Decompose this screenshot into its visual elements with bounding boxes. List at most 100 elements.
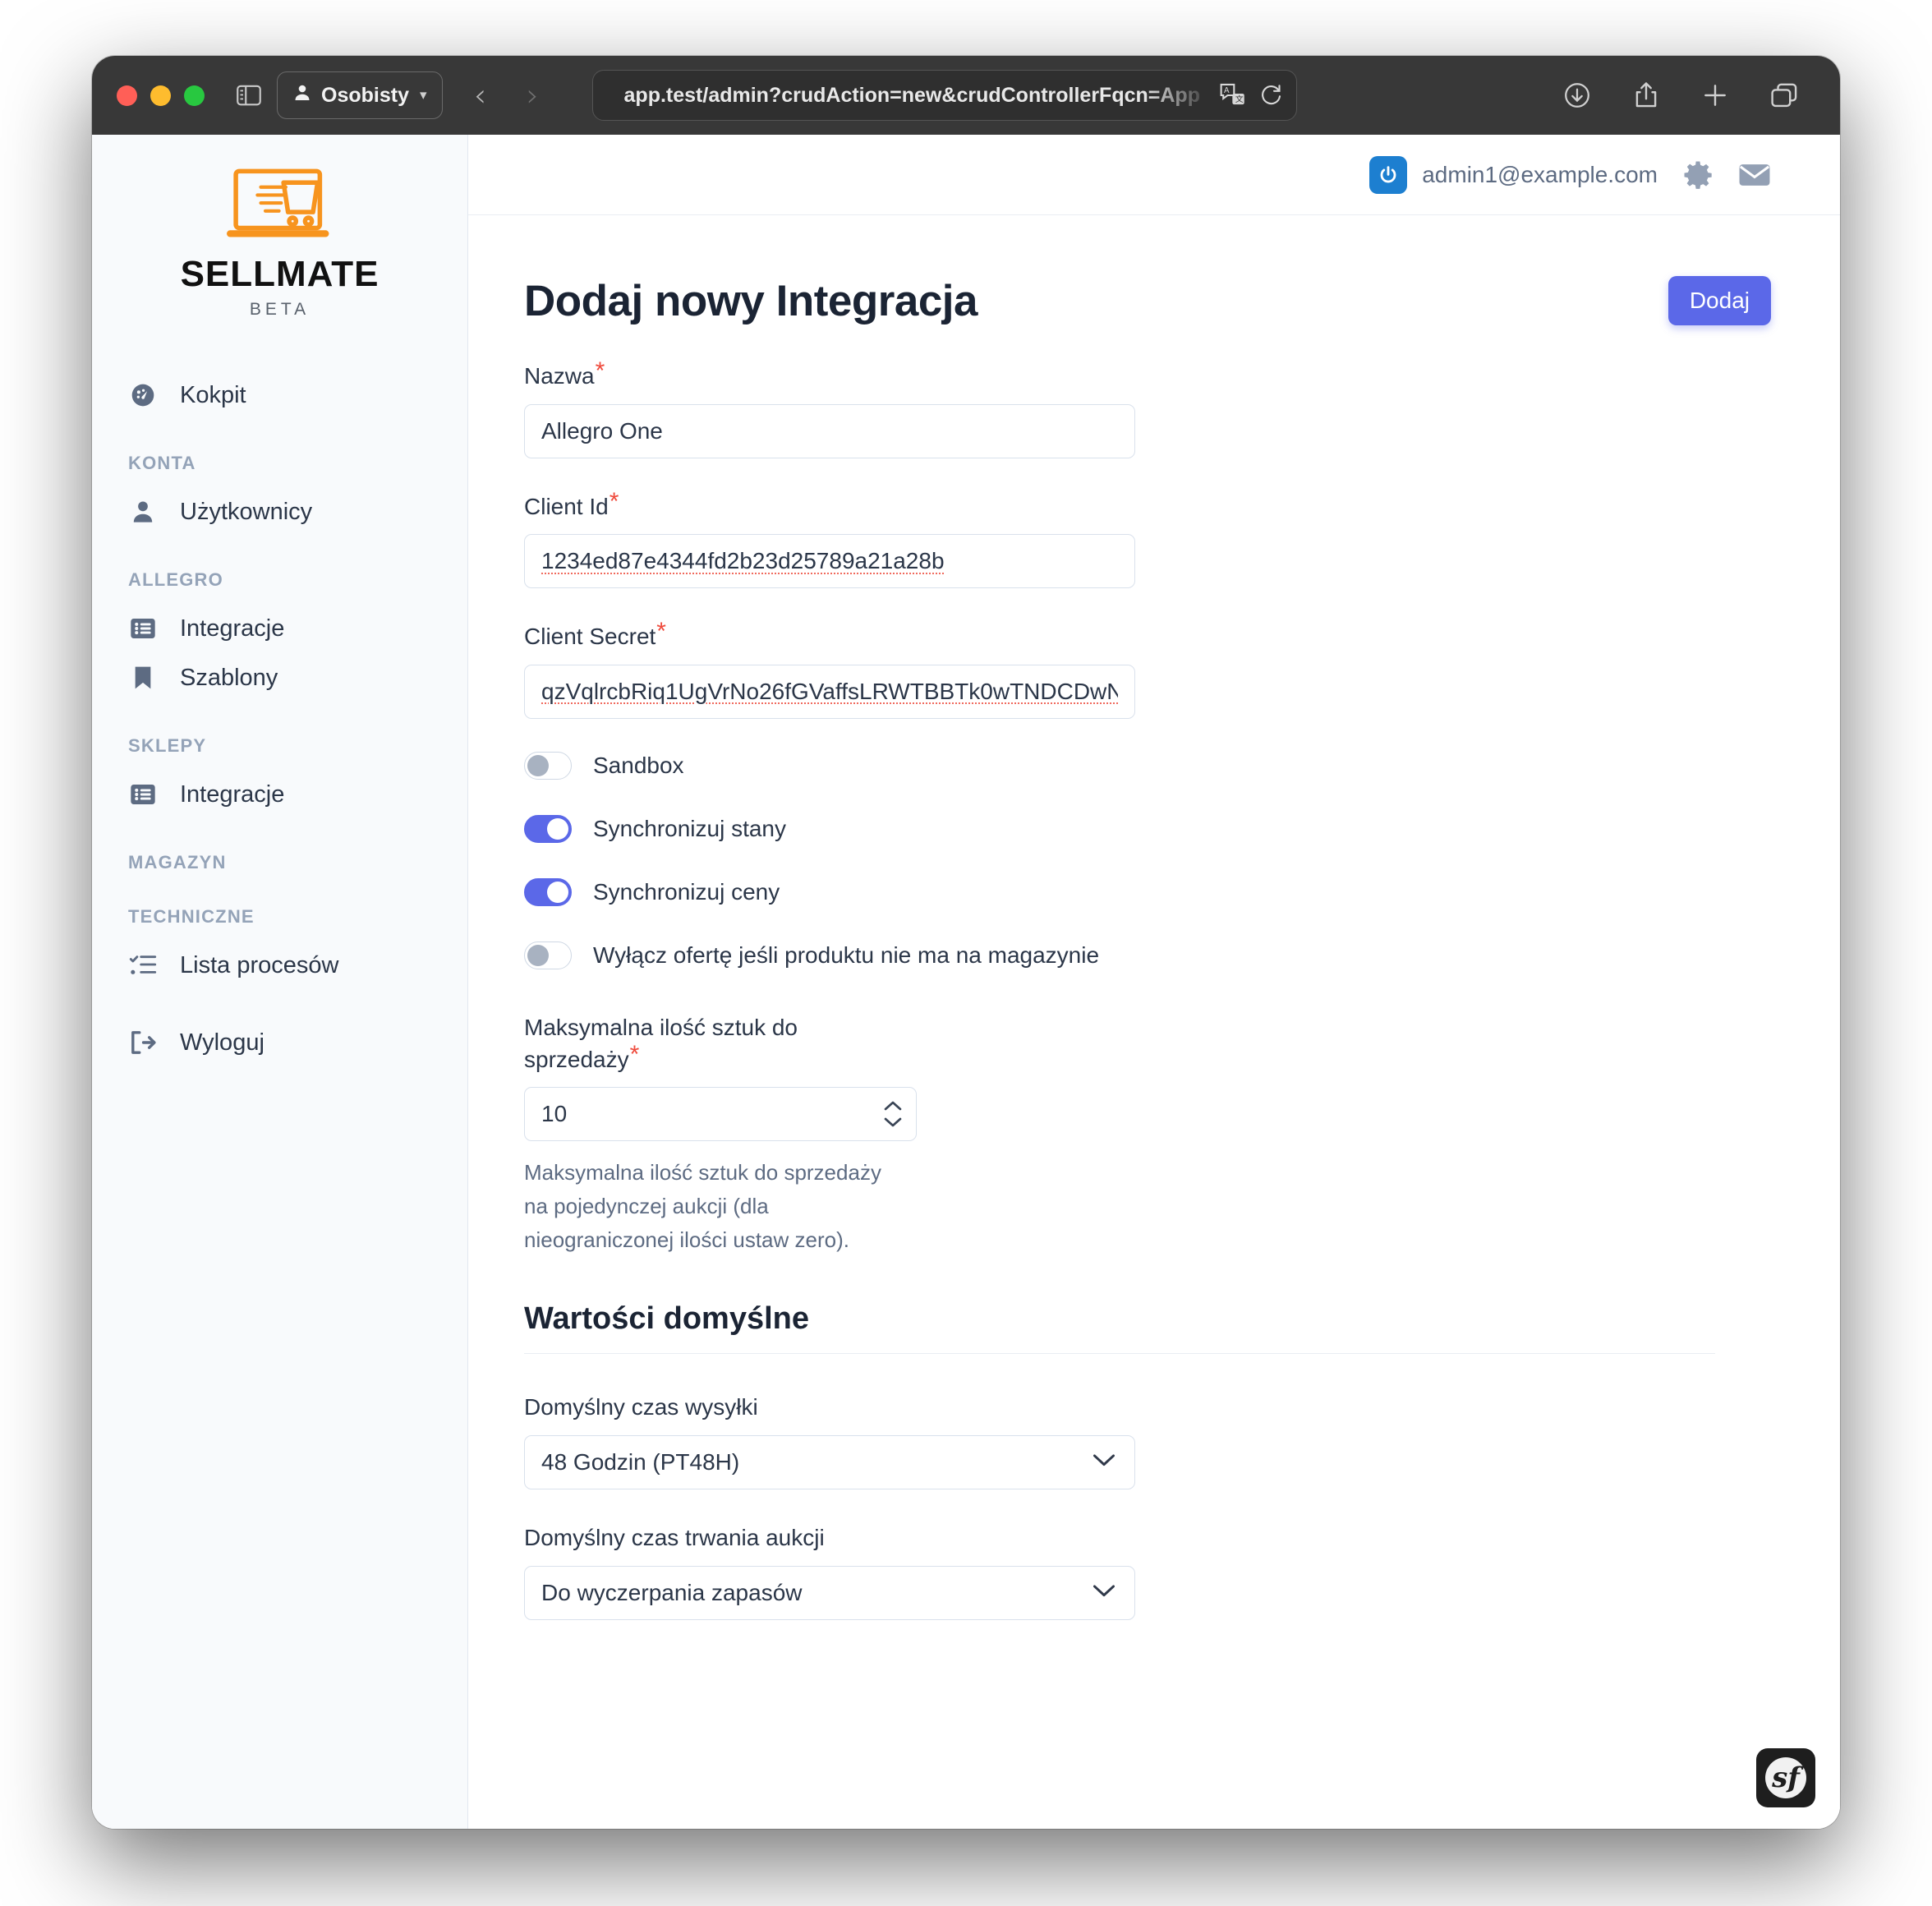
toggle-row-sandbox[interactable]: Sandbox — [524, 751, 1135, 780]
checklist-icon — [128, 951, 158, 980]
sidebar-item-label: Integracje — [180, 615, 285, 642]
sidebar-section-sklepy: SKLEPY — [128, 735, 207, 756]
toggle-row-wylacz-oferte[interactable]: Wyłącz ofertę jeśli produktu nie ma na m… — [524, 941, 1135, 969]
app-sidebar: SELLMATE BETA Kokpit KONTA Użytkownicy A… — [92, 135, 468, 1829]
envelope-icon[interactable] — [1738, 162, 1771, 188]
max-qty-input[interactable] — [524, 1087, 917, 1142]
sidebar-item-lista-procesow[interactable]: Lista procesów — [92, 941, 467, 990]
url-text: app.test/admin?crudAction=new&crudContro… — [623, 83, 1200, 107]
wylacz-oferte-toggle[interactable] — [524, 941, 572, 969]
app-topbar: admin1@example.com — [468, 135, 1840, 215]
sidebar-item-uzytkownicy[interactable]: Użytkownicy — [92, 487, 467, 536]
required-marker: * — [609, 487, 619, 515]
gear-icon[interactable] — [1682, 159, 1714, 191]
nazwa-input[interactable] — [524, 403, 1135, 458]
user-account-badge[interactable]: admin1@example.com — [1369, 155, 1658, 194]
sandbox-toggle[interactable] — [524, 751, 572, 780]
sidebar-section-allegro: ALLEGRO — [128, 569, 223, 590]
share-icon[interactable] — [1628, 77, 1664, 113]
field-client-id: Client Id* — [524, 487, 1135, 589]
client-secret-input[interactable] — [524, 664, 1135, 719]
toggle-row-sync-stany[interactable]: Synchronizuj stany — [524, 814, 1135, 843]
auction-duration-select[interactable]: Do wyczerpania zapasów — [524, 1565, 1135, 1620]
translate-icon[interactable]: A 文 — [1219, 82, 1247, 108]
number-stepper-icon[interactable] — [882, 1100, 904, 1129]
field-max-qty: Maksymalna ilość sztuk do sprzedaży* Mak… — [524, 1012, 1135, 1257]
toggle-label: Synchronizuj stany — [593, 815, 787, 841]
navigation-arrows[interactable]: ‹ › — [458, 72, 556, 118]
minimize-window-button[interactable] — [150, 85, 171, 106]
address-bar[interactable]: app.test/admin?crudAction=new&crudContro… — [591, 70, 1297, 121]
user-icon — [128, 497, 158, 527]
max-qty-help-text: Maksymalna ilość sztuk do sprzedaży na p… — [524, 1160, 881, 1253]
page-title: Dodaj nowy Integracja — [524, 277, 978, 325]
svg-text:文: 文 — [1235, 94, 1243, 104]
tab-overview-icon[interactable] — [1766, 77, 1802, 113]
toggle-knob — [547, 817, 568, 840]
label-text: Client Id — [524, 493, 609, 519]
maximize-window-button[interactable] — [184, 85, 205, 106]
download-icon[interactable] — [1559, 77, 1595, 113]
sidebar-item-szablony[interactable]: Szablony — [92, 653, 467, 702]
required-marker: * — [656, 618, 666, 646]
browser-window: Osobisty ▾ ‹ › app.test/admin?crudAction… — [92, 56, 1840, 1829]
plus-icon[interactable] — [1697, 77, 1733, 113]
forward-arrow-icon[interactable]: › — [510, 72, 556, 118]
sidebar-item-integracje-allegro[interactable]: Integracje — [92, 604, 467, 653]
symfony-toolbar-badge[interactable]: sf — [1756, 1748, 1815, 1807]
chevron-down-icon: ▾ — [419, 87, 427, 103]
desktop-background: Osobisty ▾ ‹ › app.test/admin?crudAction… — [0, 0, 1932, 1906]
field-auction-duration: Domyślny czas trwania aukcji Do wyczerpa… — [524, 1522, 1135, 1620]
auction-duration-select-wrap: Do wyczerpania zapasów — [524, 1565, 1135, 1620]
client-id-input[interactable] — [524, 534, 1135, 589]
sidebar-item-label: Lista procesów — [180, 951, 339, 978]
field-shipping-time: Domyślny czas wysyłki 48 Godzin (PT48H) — [524, 1392, 1135, 1489]
sidebar-section-techniczne: TECHNICZNE — [128, 906, 255, 927]
toggle-label: Synchronizuj ceny — [593, 878, 780, 905]
label-client-secret: Client Secret* — [524, 618, 1135, 653]
reload-icon[interactable] — [1260, 83, 1283, 108]
sidebar-item-wyloguj[interactable]: Wyloguj — [92, 1018, 467, 1067]
label-nazwa: Nazwa* — [524, 359, 1135, 393]
field-client-secret: Client Secret* — [524, 618, 1135, 719]
label-max-qty: Maksymalna ilość sztuk do sprzedaży* — [524, 1012, 877, 1075]
toggle-row-sync-ceny[interactable]: Synchronizuj ceny — [524, 877, 1135, 906]
list-icon — [128, 780, 158, 809]
sync-stany-toggle[interactable] — [524, 814, 572, 843]
sidebar-item-label: Użytkownicy — [180, 498, 313, 525]
label-text: Client Secret — [524, 624, 656, 650]
toggle-knob — [527, 754, 549, 776]
section-divider — [524, 1353, 1715, 1355]
label-auction-duration: Domyślny czas trwania aukcji — [524, 1524, 825, 1550]
shipping-time-select[interactable]: 48 Godzin (PT48H) — [524, 1434, 1135, 1489]
back-arrow-icon[interactable]: ‹ — [458, 72, 504, 118]
shipping-time-select-wrap: 48 Godzin (PT48H) — [524, 1434, 1135, 1489]
page-content: Dodaj nowy Integracja Dodaj Nazwa* Alleg… — [468, 215, 1840, 1829]
brand-name: SELLMATE — [180, 254, 380, 294]
profile-selector-button[interactable]: Osobisty ▾ — [277, 71, 443, 119]
sidebar-section-konta: KONTA — [128, 453, 196, 473]
defaults-section-title: Wartości domyślne — [524, 1301, 810, 1337]
sidebar-item-integracje-sklepy[interactable]: Integracje — [92, 770, 467, 819]
window-controls[interactable] — [117, 85, 205, 106]
sidebar-item-label: Kokpit — [180, 381, 246, 408]
required-marker: * — [595, 357, 605, 384]
toggle-knob — [527, 944, 549, 966]
sidebar-item-kokpit[interactable]: Kokpit — [92, 371, 467, 420]
person-icon — [292, 82, 312, 108]
field-nazwa: Nazwa* — [524, 359, 1135, 458]
sync-ceny-toggle[interactable] — [524, 877, 572, 906]
submit-button[interactable]: Dodaj — [1668, 276, 1771, 325]
profile-label: Osobisty — [321, 83, 409, 107]
sidebar-item-label: Wyloguj — [180, 1029, 264, 1056]
list-icon — [128, 614, 158, 643]
page-header: Dodaj nowy Integracja Dodaj — [524, 276, 1771, 326]
sidebar-item-label: Szablony — [180, 664, 278, 691]
sidebar-toggle-icon[interactable] — [229, 76, 269, 115]
titlebar-actions — [1559, 77, 1812, 113]
label-shipping-time: Domyślny czas wysyłki — [524, 1394, 758, 1420]
brand-beta-label: BETA — [249, 300, 310, 319]
close-window-button[interactable] — [117, 85, 137, 106]
sidebar-section-magazyn: MAGAZYN — [128, 852, 227, 872]
application-body: SELLMATE BETA Kokpit KONTA Użytkownicy A… — [92, 135, 1840, 1829]
